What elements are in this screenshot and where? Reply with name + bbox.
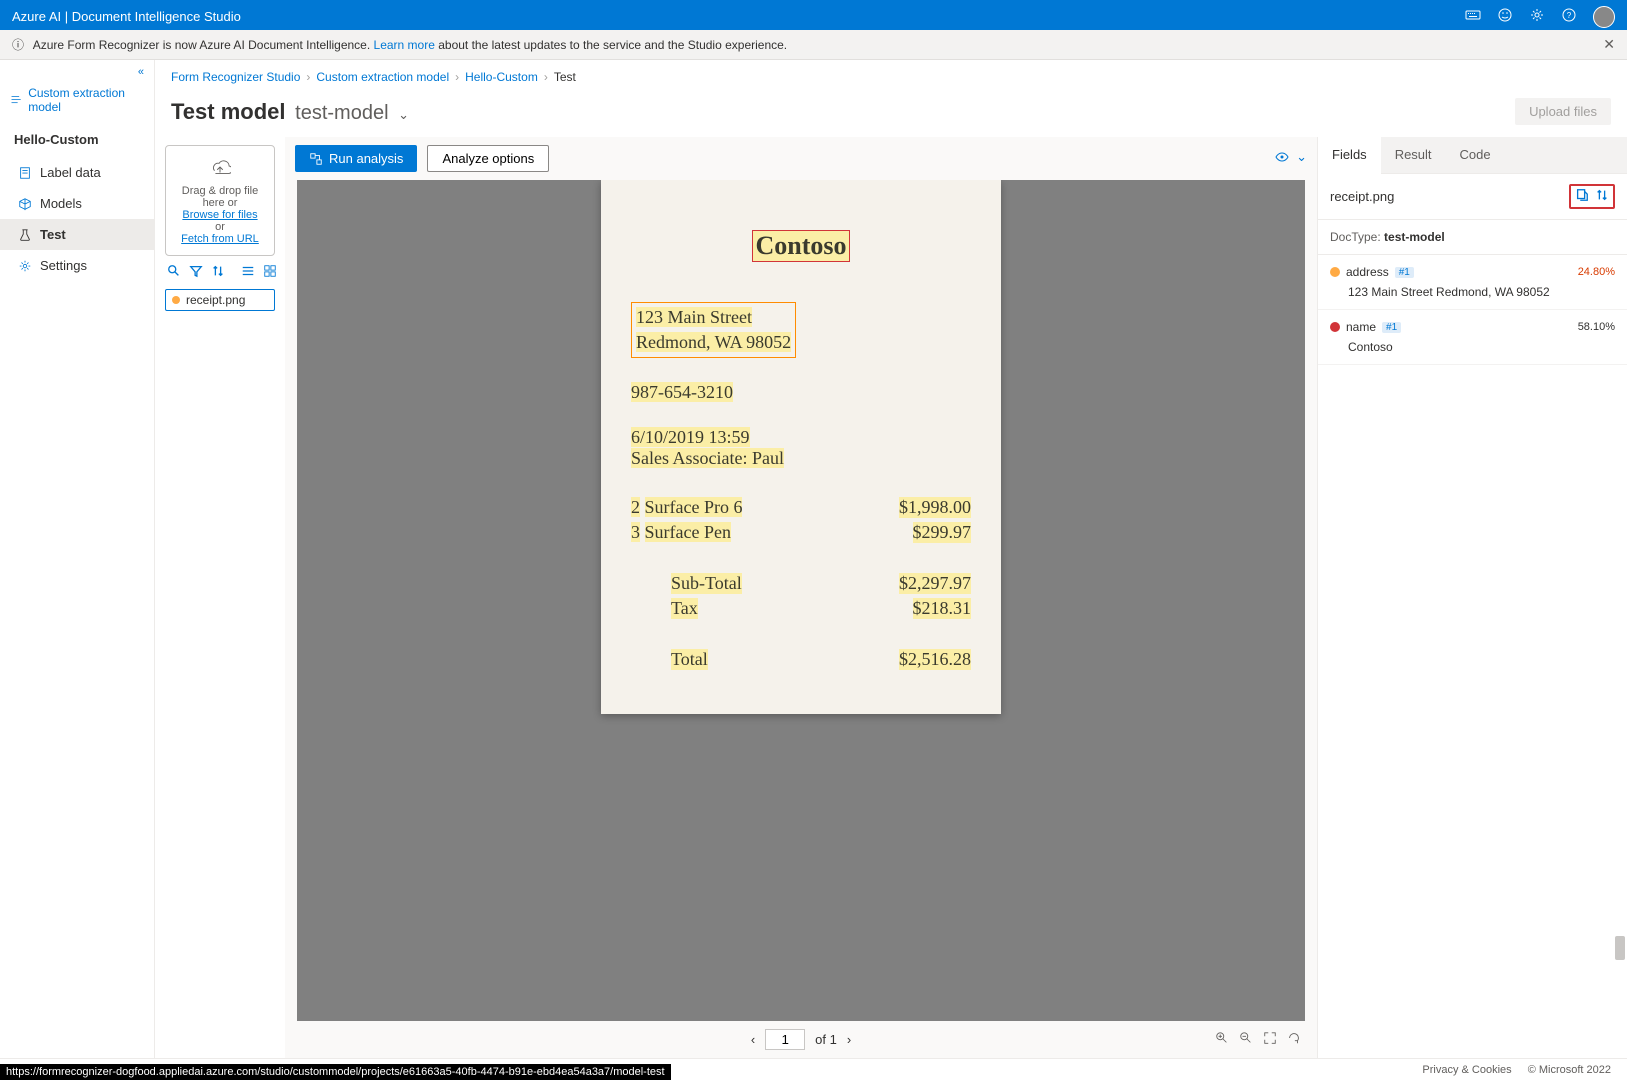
close-icon[interactable]: ✕ bbox=[1603, 36, 1615, 53]
status-dot-icon bbox=[172, 296, 180, 304]
breadcrumb-link[interactable]: Hello-Custom bbox=[465, 70, 538, 84]
breadcrumb: Form Recognizer Studio› Custom extractio… bbox=[155, 60, 1627, 94]
cube-icon bbox=[18, 197, 32, 211]
results-tabs: Fields Result Code bbox=[1318, 137, 1627, 174]
document-canvas[interactable]: Contoso 123 Main Street Redmond, WA 9805… bbox=[297, 180, 1305, 1021]
status-bar: https://formrecognizer-dogfood.appliedai… bbox=[0, 1064, 671, 1080]
receipt-title: Contoso bbox=[752, 230, 849, 262]
chevron-down-icon[interactable]: ⌄ bbox=[1296, 149, 1307, 168]
field-row-name[interactable]: name #1 58.10% Contoso bbox=[1318, 310, 1627, 365]
results-filename: receipt.png bbox=[1330, 189, 1394, 204]
field-dot-icon bbox=[1330, 322, 1340, 332]
document-icon bbox=[18, 166, 32, 180]
sidebar-item-settings[interactable]: Settings bbox=[0, 250, 154, 281]
topbar-actions: ? bbox=[1465, 6, 1615, 28]
smiley-icon[interactable] bbox=[1497, 7, 1513, 26]
collapse-sidebar-icon[interactable]: « bbox=[0, 66, 154, 78]
notice-prefix: Azure Form Recognizer is now Azure AI Do… bbox=[33, 38, 374, 52]
browse-link[interactable]: Browse for files bbox=[172, 209, 268, 221]
file-item[interactable]: receipt.png bbox=[165, 289, 275, 311]
file-panel: Drag & drop file here or Browse for file… bbox=[155, 137, 285, 1058]
left-sidebar: « Custom extraction model Hello-Custom L… bbox=[0, 60, 155, 1058]
notice-suffix: about the latest updates to the service … bbox=[438, 38, 787, 52]
run-icon bbox=[309, 152, 323, 166]
file-tools bbox=[165, 256, 275, 289]
analyze-options-button[interactable]: Analyze options bbox=[427, 145, 549, 172]
chevron-down-icon[interactable]: ⌄ bbox=[398, 107, 409, 122]
zoom-out-icon[interactable] bbox=[1239, 1031, 1253, 1048]
results-panel: Fields Result Code receipt.png DocType: bbox=[1317, 137, 1627, 1058]
sidebar-item-test[interactable]: Test bbox=[0, 219, 154, 250]
breadcrumb-link[interactable]: Custom extraction model bbox=[316, 70, 449, 84]
search-icon[interactable] bbox=[167, 264, 181, 281]
run-analysis-button[interactable]: Run analysis bbox=[295, 145, 417, 172]
page-input[interactable] bbox=[765, 1029, 805, 1050]
upload-files-button[interactable]: Upload files bbox=[1515, 98, 1611, 125]
cloud-upload-icon bbox=[209, 156, 231, 178]
tab-fields[interactable]: Fields bbox=[1318, 137, 1381, 174]
filter-icon[interactable] bbox=[189, 264, 203, 281]
privacy-link[interactable]: Privacy & Cookies bbox=[1422, 1064, 1511, 1076]
viewer-footer: ‹ of 1 › bbox=[285, 1021, 1317, 1058]
info-icon: ⓘ bbox=[12, 38, 24, 52]
prev-page-icon[interactable]: ‹ bbox=[751, 1032, 755, 1047]
results-file-header: receipt.png bbox=[1318, 174, 1627, 220]
sidebar-item-models[interactable]: Models bbox=[0, 188, 154, 219]
sort-icon[interactable] bbox=[211, 264, 225, 281]
page-total: of 1 bbox=[815, 1032, 837, 1047]
field-dot-icon bbox=[1330, 267, 1340, 277]
page-title: Test model bbox=[171, 99, 286, 124]
viewer-panel: Run analysis Analyze options ⌄ Contoso 1… bbox=[285, 137, 1317, 1058]
sort-icon[interactable] bbox=[1595, 188, 1609, 205]
rotate-icon[interactable] bbox=[1287, 1031, 1301, 1048]
page-header: Test model test-model ⌄ Upload files bbox=[155, 94, 1627, 137]
avatar[interactable] bbox=[1593, 6, 1615, 28]
download-icon[interactable] bbox=[1575, 188, 1589, 205]
copyright: © Microsoft 2022 bbox=[1528, 1064, 1611, 1076]
notice-bar: ⓘ Azure Form Recognizer is now Azure AI … bbox=[0, 30, 1627, 60]
list-view-icon[interactable] bbox=[241, 264, 255, 281]
flask-icon bbox=[18, 228, 32, 242]
breadcrumb-current: Test bbox=[554, 70, 576, 84]
top-bar: Azure AI | Document Intelligence Studio … bbox=[0, 0, 1627, 30]
svg-text:?: ? bbox=[1567, 11, 1572, 20]
fetch-url-link[interactable]: Fetch from URL bbox=[172, 233, 268, 245]
project-name: Hello-Custom bbox=[0, 122, 154, 157]
help-icon[interactable]: ? bbox=[1561, 7, 1577, 26]
scrollbar-thumb[interactable] bbox=[1615, 936, 1625, 960]
receipt-document: Contoso 123 Main Street Redmond, WA 9805… bbox=[601, 180, 1001, 714]
keyboard-icon[interactable] bbox=[1465, 7, 1481, 26]
gear-icon[interactable] bbox=[1529, 7, 1545, 26]
tab-result[interactable]: Result bbox=[1381, 137, 1446, 173]
breadcrumb-link[interactable]: Form Recognizer Studio bbox=[171, 70, 300, 84]
notice-link[interactable]: Learn more bbox=[374, 38, 435, 52]
tab-code[interactable]: Code bbox=[1446, 137, 1505, 173]
zoom-in-icon[interactable] bbox=[1215, 1031, 1229, 1048]
eye-icon[interactable] bbox=[1274, 149, 1290, 168]
app-title: Azure AI | Document Intelligence Studio bbox=[12, 9, 241, 24]
next-page-icon[interactable]: › bbox=[847, 1032, 851, 1047]
model-name: test-model bbox=[295, 102, 388, 124]
doctype-row: DocType: test-model bbox=[1318, 220, 1627, 255]
sidebar-item-label-data[interactable]: Label data bbox=[0, 157, 154, 188]
viewer-toolbar: Run analysis Analyze options ⌄ bbox=[285, 137, 1317, 180]
sidebar-section-label: Custom extraction model bbox=[0, 78, 154, 122]
dropzone[interactable]: Drag & drop file here or Browse for file… bbox=[165, 145, 275, 256]
gear-icon bbox=[18, 259, 32, 273]
grid-view-icon[interactable] bbox=[263, 264, 277, 281]
fit-icon[interactable] bbox=[1263, 1031, 1277, 1048]
field-row-address[interactable]: address #1 24.80% 123 Main Street Redmon… bbox=[1318, 255, 1627, 310]
results-actions-highlight bbox=[1569, 184, 1615, 209]
